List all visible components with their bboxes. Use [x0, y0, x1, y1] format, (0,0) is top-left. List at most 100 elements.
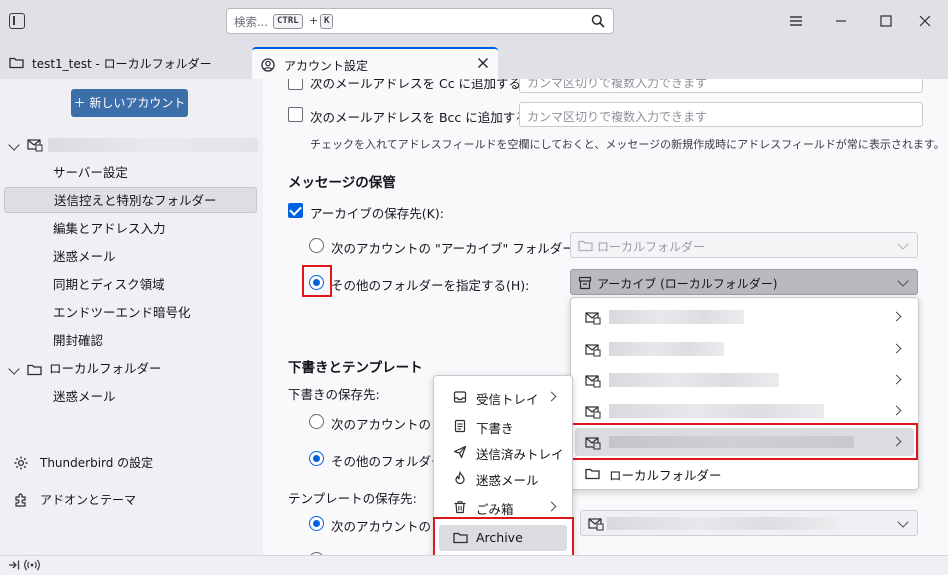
sidebar-item-label: 迷惑メール	[53, 389, 116, 404]
sidebar-item-label: 送信控えと特別なフォルダー	[54, 193, 217, 208]
bcc-checkbox[interactable]	[288, 107, 303, 122]
submenu-item-junk[interactable]: 迷惑メール	[439, 465, 567, 491]
folder-icon	[585, 468, 600, 480]
submenu-item-drafts[interactable]: 下書き	[439, 413, 567, 439]
chevron-right-icon	[891, 405, 902, 416]
status-bar	[0, 555, 948, 575]
minimize-button[interactable]	[818, 0, 864, 43]
dropdown-account-item[interactable]	[575, 397, 914, 425]
online-status-icon[interactable]	[24, 559, 40, 571]
submenu-item-inbox[interactable]: 受信トレイ	[439, 384, 567, 410]
chevron-right-icon	[891, 374, 902, 385]
account-name-redacted	[609, 404, 824, 418]
sidebar-bottom-label: Thunderbird の設定	[40, 456, 154, 470]
app-menu-button[interactable]	[773, 0, 819, 43]
submenu-item-label: 迷惑メール	[476, 473, 539, 488]
sidebar-bottom-label: アドオンとテーマ	[40, 493, 137, 507]
minimize-icon	[836, 20, 846, 22]
chevron-down-icon[interactable]	[8, 139, 20, 151]
chevron-right-icon	[546, 391, 557, 402]
sidebar-item-copies-folders[interactable]: 送信控えと特別なフォルダー	[4, 187, 257, 213]
kbd-plus: +	[309, 14, 319, 27]
sidebar-item-label: 同期とディスク領域	[53, 277, 165, 292]
folder-picker-dropdown: ローカルフォルダー	[570, 297, 919, 490]
mail-account-icon	[27, 139, 43, 152]
tab-folder[interactable]: test1_test - ローカルフォルダー	[0, 47, 246, 79]
archive-folder-select[interactable]: アーカイブ (ローカルフォルダー)	[570, 269, 918, 295]
tab-bar: test1_test - ローカルフォルダー アカウント設定	[0, 43, 948, 79]
junk-icon	[455, 471, 465, 485]
search-placeholder: 検索...	[234, 15, 268, 29]
drafts-radio-account[interactable]	[309, 414, 324, 429]
mail-account-icon	[585, 312, 601, 325]
account-name-redacted	[609, 373, 779, 387]
close-icon[interactable]	[477, 57, 489, 69]
archive-account-select[interactable]: ローカルフォルダー	[570, 232, 918, 258]
gear-icon	[14, 456, 28, 470]
chevron-down-icon	[897, 238, 909, 250]
cc-label: 次のメールアドレスを Cc に追加する(C):	[310, 79, 544, 91]
dropdown-local-folders-item[interactable]: ローカルフォルダー	[575, 459, 914, 487]
sent-icon	[453, 445, 467, 459]
collapse-pane-icon[interactable]	[8, 559, 20, 571]
sidebar-item-label: 迷惑メール	[53, 249, 116, 264]
account-name-redacted	[609, 342, 724, 356]
address-hint: チェックを入れてアドレスフィールドを空欄にしておくと、メッセージの新規作成時にア…	[310, 138, 945, 151]
sidebar-item-e2e[interactable]: エンドツーエンド暗号化	[0, 300, 263, 326]
drafts-location-label: 下書きの保存先:	[288, 387, 380, 402]
mail-account-icon	[588, 518, 604, 531]
submenu-item-label: 下書き	[476, 421, 514, 436]
search-input[interactable]: 検索... CTRL + K	[226, 8, 614, 34]
archive-checkbox[interactable]	[288, 203, 303, 218]
tab-account-settings[interactable]: アカウント設定	[252, 47, 498, 79]
sidebar-item-server-settings[interactable]: サーバー設定	[0, 160, 263, 186]
mail-account-icon	[585, 375, 601, 388]
cc-input[interactable]: カンマ区切りで複数入力できます	[519, 79, 923, 93]
folder-icon	[9, 57, 24, 69]
drafts-radio-other[interactable]	[309, 451, 324, 466]
account-name-redacted	[48, 138, 258, 152]
sidebar-toggle-icon[interactable]	[9, 13, 25, 29]
close-window-button[interactable]	[902, 0, 948, 43]
bcc-placeholder: カンマ区切りで複数入力できます	[527, 110, 708, 124]
chevron-right-icon	[891, 343, 902, 354]
draft-icon	[454, 419, 466, 433]
submenu-item-sent[interactable]: 送信済みトレイ	[439, 439, 567, 465]
tab-label: アカウント設定	[284, 59, 369, 73]
dropdown-account-item[interactable]	[575, 335, 914, 363]
bcc-input[interactable]: カンマ区切りで複数入力できます	[519, 102, 923, 127]
templates-radio-account[interactable]	[309, 516, 324, 531]
addons-link[interactable]: アドオンとテーマ	[0, 489, 263, 511]
drafts-heading: 下書きとテンプレート	[288, 360, 423, 376]
sidebar-item-receipts[interactable]: 開封確認	[0, 328, 263, 354]
highlight-box	[302, 265, 332, 297]
highlight-box	[571, 423, 918, 460]
sidebar-item-sync[interactable]: 同期とディスク領域	[0, 272, 263, 298]
account-name-redacted	[609, 310, 744, 324]
sidebar-account-row[interactable]	[0, 132, 263, 158]
archive-radio-account[interactable]	[309, 238, 324, 253]
sidebar-item-local-junk[interactable]: 迷惑メール	[0, 384, 263, 410]
archive-radio-other-label: その他のフォルダーを指定する(H):	[331, 278, 530, 293]
dropdown-account-item[interactable]	[575, 366, 914, 394]
submenu-item-label: 送信済みトレイ	[476, 447, 564, 462]
sidebar-item-label: ローカルフォルダー	[49, 361, 162, 376]
dropdown-item-label: ローカルフォルダー	[609, 468, 722, 483]
templates-account-select[interactable]	[580, 510, 918, 536]
new-account-button[interactable]: ＋ 新しいアカウント	[71, 89, 188, 117]
cc-checkbox[interactable]	[288, 79, 303, 90]
sidebar-item-composition[interactable]: 編集とアドレス入力	[0, 216, 263, 242]
search-icon[interactable]	[591, 14, 605, 28]
mail-account-icon	[585, 406, 601, 419]
chevron-down-icon[interactable]	[8, 363, 20, 375]
account-name-redacted	[607, 517, 837, 530]
maximize-icon	[880, 15, 892, 27]
account-settings-icon	[261, 58, 275, 72]
archive-icon	[578, 276, 592, 290]
sidebar-item-label: エンドツーエンド暗号化	[53, 305, 191, 320]
dropdown-account-item[interactable]	[575, 303, 914, 331]
sidebar-local-folders[interactable]: ローカルフォルダー	[0, 356, 263, 382]
sidebar-item-junk[interactable]: 迷惑メール	[0, 244, 263, 270]
thunderbird-settings-link[interactable]: Thunderbird の設定	[0, 452, 263, 474]
chevron-right-icon	[546, 501, 557, 512]
